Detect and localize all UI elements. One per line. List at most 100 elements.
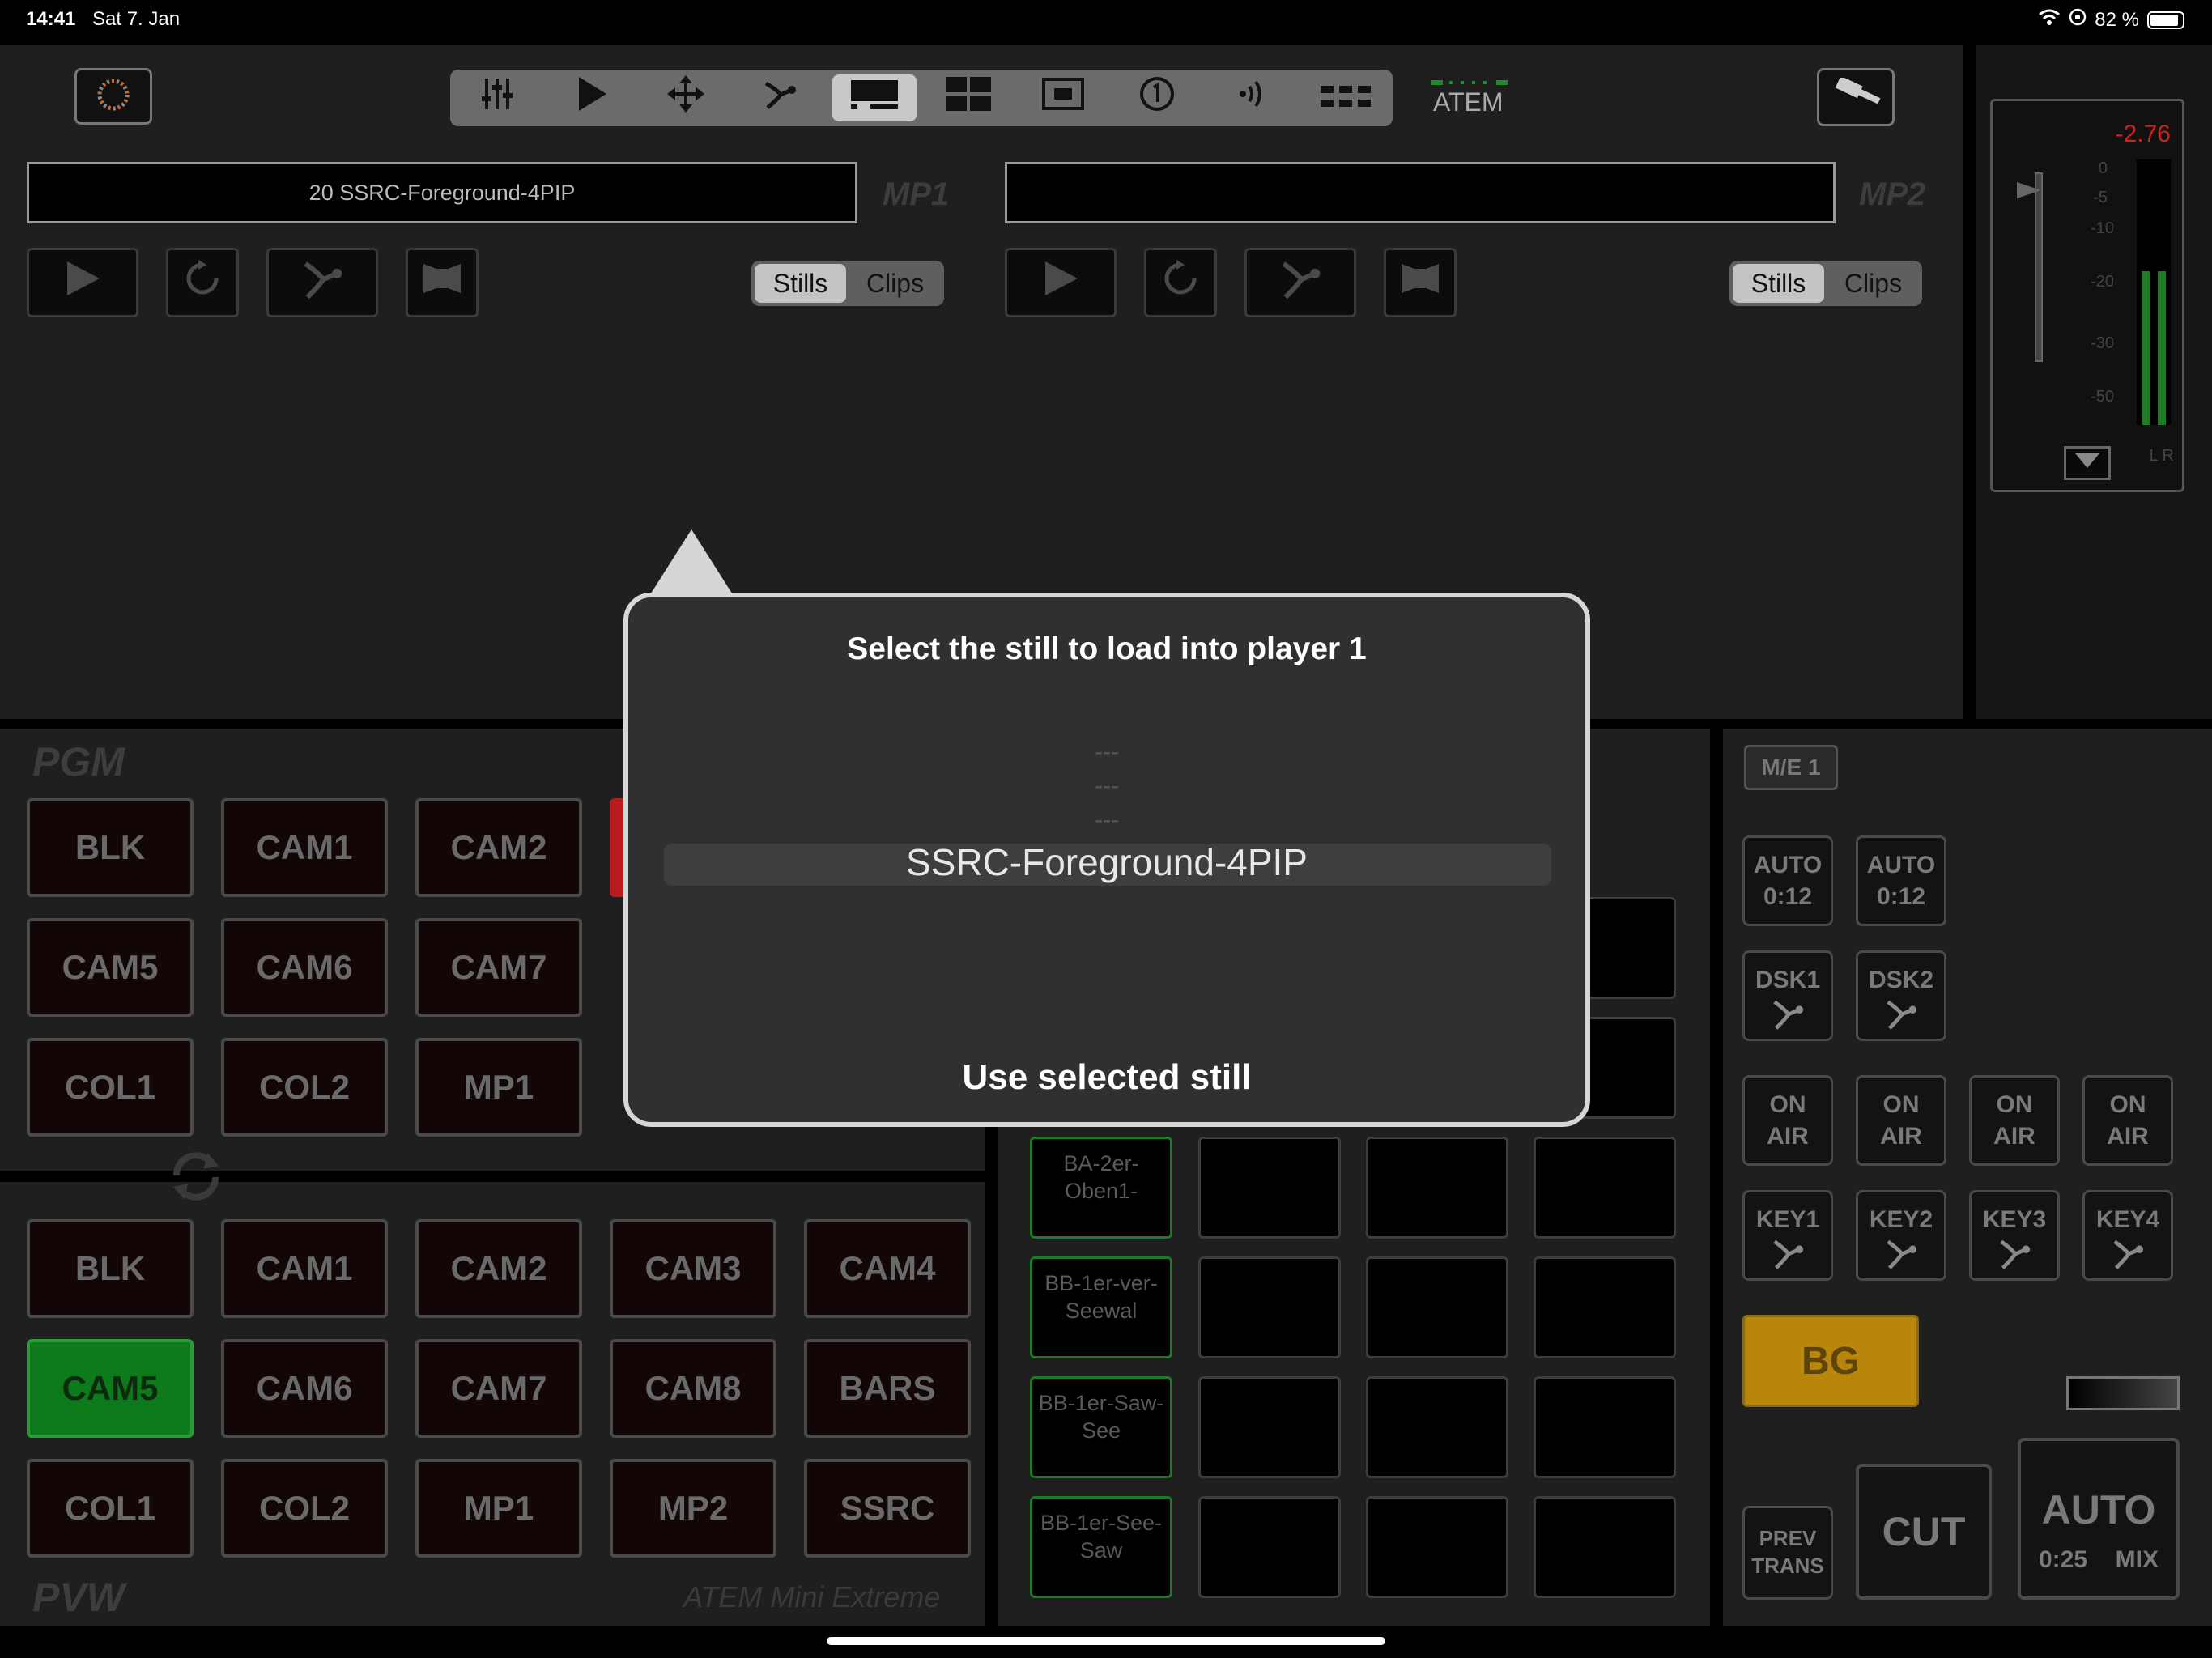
picker-empty-row[interactable]: --- — [628, 769, 1585, 803]
pvw-button[interactable]: BARS — [804, 1339, 971, 1438]
pvw-button[interactable]: SSRC — [804, 1459, 971, 1558]
mp2-frame-button[interactable] — [1384, 248, 1457, 317]
dsk1-tie-button[interactable]: DSK1 — [1742, 950, 1833, 1041]
dsk2-auto-button[interactable]: AUTO 0:12 — [1856, 835, 1946, 926]
pvw-button[interactable]: CAM2 — [415, 1219, 582, 1318]
key4-on-air-button[interactable]: ON AIR — [2082, 1075, 2173, 1166]
mp2-clips-tab[interactable]: Clips — [1827, 264, 1919, 303]
tab-transition[interactable] — [738, 74, 822, 121]
key1-tie-button[interactable]: KEY1 — [1742, 1190, 1833, 1281]
key3-tie-button[interactable]: KEY3 — [1969, 1190, 2060, 1281]
pip-icon — [1041, 77, 1085, 119]
macro-slot[interactable] — [1366, 1376, 1508, 1478]
t-bar-indicator[interactable] — [2066, 1376, 2180, 1410]
macro-item[interactable]: BB-1er-See-Saw — [1030, 1496, 1172, 1598]
pgm-button[interactable]: CAM6 — [221, 918, 388, 1017]
preview-transition-button[interactable]: PREV TRANS — [1742, 1506, 1833, 1600]
settings-button[interactable] — [74, 68, 152, 125]
pvw-button[interactable]: CAM8 — [610, 1339, 776, 1438]
tools-button[interactable] — [1817, 68, 1895, 126]
tab-supersource[interactable] — [1021, 74, 1105, 121]
tab-media[interactable] — [832, 74, 917, 121]
mp2-still-name-field[interactable] — [1005, 162, 1836, 223]
tab-position[interactable] — [644, 74, 728, 121]
mp2-stills-tab[interactable]: Stills — [1733, 264, 1824, 303]
pvw-button[interactable]: CAM7 — [415, 1339, 582, 1438]
pgm-button[interactable]: CAM1 — [221, 798, 388, 897]
macro-slot[interactable] — [1366, 1496, 1508, 1598]
macro-slot[interactable] — [1198, 1376, 1341, 1478]
pgm-button[interactable]: CAM2 — [415, 798, 582, 897]
key3-on-air-button[interactable]: ON AIR — [1969, 1075, 2060, 1166]
dsk1-auto-button[interactable]: AUTO 0:12 — [1742, 835, 1833, 926]
pvw-button[interactable]: CAM1 — [221, 1219, 388, 1318]
mp2-loop-button[interactable] — [1144, 248, 1217, 317]
macro-slot[interactable] — [1366, 1137, 1508, 1239]
pgm-button[interactable]: CAM5 — [27, 918, 194, 1017]
meter-expand-button[interactable] — [2064, 446, 2111, 480]
macro-slot[interactable] — [1534, 1256, 1676, 1358]
tab-more[interactable] — [1304, 74, 1388, 121]
cut-button[interactable]: CUT — [1856, 1464, 1992, 1600]
meter-fader-track[interactable] — [2035, 172, 2043, 362]
pvw-button[interactable]: CAM3 — [610, 1219, 776, 1318]
mp2-transition-button[interactable] — [1244, 248, 1356, 317]
pgm-button[interactable]: COL1 — [27, 1038, 194, 1137]
pgm-button[interactable]: MP1 — [415, 1038, 582, 1137]
picker-selected-still[interactable]: SSRC-Foreground-4PIP — [628, 840, 1585, 884]
pgm-button[interactable]: CAM7 — [415, 918, 582, 1017]
pgm-button[interactable]: BLK — [27, 798, 194, 897]
bg-next-transition-button[interactable]: BG — [1742, 1315, 1919, 1407]
macro-slot[interactable] — [1534, 1137, 1676, 1239]
home-indicator[interactable] — [827, 1637, 1385, 1645]
dsk2-tie-button[interactable]: DSK2 — [1856, 950, 1946, 1041]
pvw-button[interactable]: COL1 — [27, 1459, 194, 1558]
me-selector[interactable]: M/E 1 — [1744, 745, 1838, 790]
pgm-button[interactable]: COL2 — [221, 1038, 388, 1137]
select-still-popover: Select the still to load into player 1 -… — [623, 593, 1590, 1127]
macro-slot[interactable] — [1198, 1256, 1341, 1358]
meter-fader-handle[interactable] — [2017, 182, 2041, 198]
mp1-still-name-field[interactable]: 20 SSRC-Foreground-4PIP — [27, 162, 857, 223]
pvw-button[interactable]: MP2 — [610, 1459, 776, 1558]
mp1-clips-tab[interactable]: Clips — [849, 264, 941, 303]
macro-slot[interactable] — [1366, 1256, 1508, 1358]
use-selected-still-button[interactable]: Use selected still — [628, 1057, 1585, 1098]
key1-on-air-button[interactable]: ON AIR — [1742, 1075, 1833, 1166]
macro-item[interactable]: BB-1er-Saw-See — [1030, 1376, 1172, 1478]
tab-macro[interactable] — [1115, 74, 1199, 121]
pvw-button[interactable]: BLK — [27, 1219, 194, 1318]
picker-empty-row[interactable]: --- — [628, 803, 1585, 837]
macro-slot[interactable] — [1198, 1137, 1341, 1239]
macro-item[interactable]: BA-2er-Oben1- — [1030, 1137, 1172, 1239]
mp1-frame-button[interactable] — [406, 248, 479, 317]
pvw-button[interactable]: CAM4 — [804, 1219, 971, 1318]
mp1-transition-button[interactable] — [266, 248, 378, 317]
mp1-play-button[interactable] — [27, 248, 138, 317]
macro-item[interactable]: BB-1er-ver-Seewal — [1030, 1256, 1172, 1358]
meter-left-bar — [2142, 270, 2150, 425]
macro-slot[interactable] — [1534, 1376, 1676, 1478]
pvw-button[interactable]: MP1 — [415, 1459, 582, 1558]
key2-on-air-button[interactable]: ON AIR — [1856, 1075, 1946, 1166]
key4-tie-button[interactable]: KEY4 — [2082, 1190, 2173, 1281]
tab-multiview[interactable] — [926, 74, 1010, 121]
mp2-play-button[interactable] — [1005, 248, 1117, 317]
key2-tie-button[interactable]: KEY2 — [1856, 1190, 1946, 1281]
pvw-button[interactable]: CAM6 — [221, 1339, 388, 1438]
pvw-button[interactable]: COL2 — [221, 1459, 388, 1558]
tab-audio-mixer[interactable] — [455, 74, 539, 121]
pvw-button-active[interactable]: CAM5 — [27, 1339, 194, 1438]
macro-slot[interactable] — [1198, 1496, 1341, 1598]
mp1-stills-tab[interactable]: Stills — [755, 264, 846, 303]
tab-playback[interactable] — [550, 74, 634, 121]
tab-audio-level[interactable] — [1209, 74, 1293, 121]
auto-transition-button[interactable]: AUTO 0:25 MIX — [2018, 1438, 2180, 1600]
picker-empty-row[interactable]: --- — [628, 735, 1585, 769]
media-icon — [849, 75, 900, 121]
macro-slot[interactable] — [1534, 1496, 1676, 1598]
popover-arrow — [649, 529, 734, 596]
audio-meter: -2.76 0 -5 -10 -20 -30 -50 L R — [1990, 99, 2184, 492]
mp1-loop-button[interactable] — [166, 248, 239, 317]
swap-bus-icon[interactable] — [165, 1148, 227, 1209]
